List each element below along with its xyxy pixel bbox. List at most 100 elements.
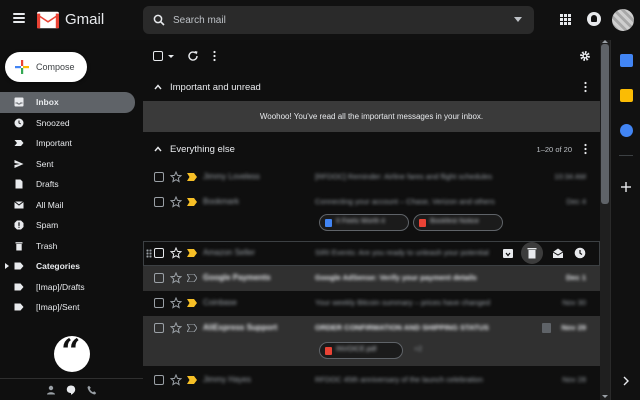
app-name: Gmail [65,11,105,28]
star-icon[interactable] [170,196,182,208]
email-subject: SIRI Events: Are you ready to unleash yo… [315,248,489,257]
star-icon[interactable] [170,247,182,259]
sidebar: Compose Inbox Snoozed Important Sent Dra… [0,40,143,400]
row-checkbox[interactable] [154,172,164,182]
compose-label: Compose [36,62,75,72]
important-marker-icon[interactable] [187,299,197,307]
archive-icon[interactable] [502,247,514,259]
section-everything-else[interactable]: Everything else 1–20 of 20 [143,135,600,163]
vertical-scrollbar[interactable] [600,40,610,400]
google-apps-icon[interactable] [560,14,571,25]
tasks-icon[interactable] [620,124,633,137]
attachment-chip[interactable]: It Feels Worth it [319,214,409,231]
add-addon-icon[interactable] [620,181,632,193]
phone-icon[interactable] [87,385,97,395]
mark-as-read-icon[interactable] [552,247,564,259]
sidebar-item-imap-drafts[interactable]: [Imap]/Drafts [0,277,135,298]
select-options-icon[interactable] [168,55,174,58]
hangouts-icon[interactable] [54,332,90,372]
section-title: Everything else [170,144,235,155]
image-icon [419,219,426,227]
email-row[interactable]: Bookmark Connecting your account – Chase… [143,190,600,235]
email-row[interactable]: AliExpress Support ORDER CONFIRMATION AN… [143,316,600,366]
sidebar-item-label: Drafts [36,179,59,189]
email-row[interactable]: Jimmy Loveless [RFDOC] Reminder: Airline… [143,165,600,190]
star-icon[interactable] [170,171,182,183]
delete-button[interactable] [521,242,543,264]
snooze-icon[interactable] [574,247,586,259]
star-icon[interactable] [170,374,182,386]
row-checkbox[interactable] [154,298,164,308]
search-bar[interactable] [143,6,534,34]
sidebar-item-drafts[interactable]: Drafts [0,174,135,195]
star-icon[interactable] [170,272,182,284]
sidebar-item-categories[interactable]: Categories [0,256,135,277]
sidebar-item-all-mail[interactable]: All Mail [0,195,135,216]
section-important-unread[interactable]: Important and unread [143,73,600,101]
sidebar-item-label: All Mail [36,199,64,210]
gmail-logo-icon[interactable] [37,11,59,29]
star-icon[interactable] [170,322,182,334]
email-date: Nov 30 [562,298,586,307]
refresh-icon[interactable] [187,50,199,62]
important-marker-icon[interactable] [187,249,197,257]
important-marker-icon[interactable] [187,324,197,332]
compose-button[interactable]: Compose [5,52,87,82]
empty-section-message: Woohoo! You've read all the important me… [143,101,600,132]
row-checkbox[interactable] [154,273,164,283]
calendar-icon[interactable] [620,54,633,67]
email-row[interactable]: Jimmy Hayes RFDOC 45th anniversary of th… [143,368,600,393]
settings-gear-icon[interactable] [579,50,591,62]
email-row[interactable]: Amazon Seller SIRI Events: Are you ready… [143,241,600,266]
scrollbar-thumb[interactable] [601,44,609,204]
mail-list-panel: Important and unread Woohoo! You've read… [143,40,600,400]
attachment-chip[interactable]: INVOICE.pdf [319,342,403,359]
sidebar-item-sent[interactable]: Sent [0,154,135,175]
more-options-icon[interactable] [584,81,587,93]
sidebar-item-trash[interactable]: Trash [0,236,135,257]
email-row[interactable]: Google Payments Google AdSense: Verify y… [143,266,600,291]
search-input[interactable] [173,10,503,30]
row-checkbox[interactable] [154,323,164,333]
sidebar-item-snoozed[interactable]: Snoozed [0,113,135,134]
search-icon[interactable] [153,14,165,26]
collapse-caret-icon[interactable] [154,145,162,153]
star-icon[interactable] [170,297,182,309]
keep-icon[interactable] [620,89,633,102]
main-menu-button[interactable] [13,13,25,23]
scroll-up-icon[interactable] [602,40,608,43]
attachment-name: INVOICE.pdf [336,346,377,353]
more-options-icon[interactable] [584,143,587,155]
drag-handle-icon[interactable] [146,249,152,258]
label-icon [14,303,24,311]
attachment-chip[interactable]: Bookfest Notice [413,214,503,231]
search-options-icon[interactable] [514,17,522,22]
sidebar-item-imap-sent[interactable]: [Imap]/Sent [0,297,135,318]
important-marker-icon[interactable] [187,376,197,384]
notifications-icon[interactable] [587,12,601,26]
more-attachments-count[interactable]: +2 [414,346,422,353]
row-checkbox[interactable] [154,248,164,258]
top-bar: Gmail [0,0,640,40]
important-marker-icon[interactable] [187,274,197,282]
important-marker-icon[interactable] [187,198,197,206]
email-row[interactable]: Coinbase Your weekly Bitcoin summary – p… [143,291,600,316]
email-date: Nov 29 [561,323,586,332]
chat-icon[interactable] [66,385,76,395]
important-marker-icon[interactable] [187,173,197,181]
trash-icon [15,241,23,250]
more-options-icon[interactable] [213,50,216,62]
sidebar-item-inbox[interactable]: Inbox [0,92,135,113]
expand-caret-icon[interactable] [5,263,9,269]
scroll-down-icon[interactable] [602,395,608,398]
inbox-icon [14,97,24,107]
row-checkbox[interactable] [154,375,164,385]
select-all-checkbox[interactable] [153,51,163,61]
avatar[interactable] [612,9,634,31]
collapse-caret-icon[interactable] [154,83,162,91]
sidebar-item-important[interactable]: Important [0,133,135,154]
contacts-icon[interactable] [46,385,56,395]
row-checkbox[interactable] [154,197,164,207]
sidebar-item-spam[interactable]: Spam [0,215,135,236]
expand-panel-icon[interactable] [622,376,630,386]
